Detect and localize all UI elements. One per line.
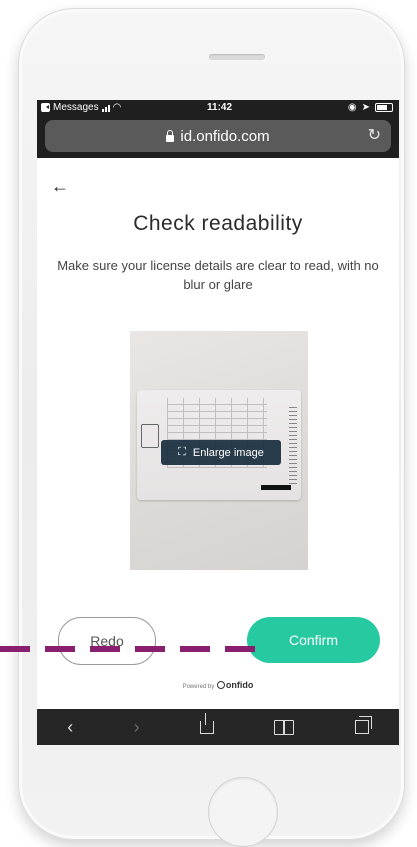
orientation-lock-icon: ◉ (347, 102, 357, 113)
phone-speaker (209, 54, 265, 60)
tabs-icon[interactable] (354, 716, 372, 734)
card-chip (141, 424, 159, 448)
lock-icon (166, 129, 175, 142)
annotation-dashed-line (0, 646, 258, 652)
back-to-app-icon[interactable] (41, 103, 50, 112)
enlarge-label: Enlarge image (192, 446, 264, 459)
address-bar-area: id.onfido.com ↻ (37, 116, 399, 158)
wifi-icon: ◠ (112, 102, 122, 113)
back-app-label[interactable]: Messages (53, 102, 99, 113)
address-bar[interactable]: id.onfido.com ↻ (45, 120, 391, 152)
share-icon[interactable] (199, 712, 214, 734)
status-bar: Messages ◠ 11:42 ◉ ➤ (37, 100, 399, 116)
powered-by-brand: onfido (225, 680, 254, 690)
status-left: Messages ◠ (41, 102, 121, 113)
back-nav-icon[interactable]: ‹ (67, 717, 73, 738)
back-arrow-icon[interactable]: ← (51, 176, 69, 197)
forward-nav-icon[interactable]: › (134, 717, 140, 738)
enlarge-image-button[interactable]: ⛶ Enlarge image (161, 440, 281, 465)
home-button[interactable] (208, 777, 278, 847)
status-right: ◉ ➤ (348, 102, 393, 113)
document-photo: ⛶ Enlarge image (130, 331, 308, 570)
expand-icon: ⛶ (178, 446, 186, 458)
location-icon: ➤ (361, 102, 370, 113)
redo-button[interactable]: Redo (58, 617, 156, 665)
confirm-button[interactable]: Confirm (247, 617, 380, 663)
browser-toolbar: ‹ › (37, 709, 399, 745)
onfido-logo-icon (216, 681, 225, 689)
card-barcode (261, 485, 291, 490)
signal-icon (101, 104, 110, 112)
bookmarks-icon[interactable] (274, 719, 295, 735)
powered-by-prefix: Powered by (182, 684, 215, 690)
status-time: 11:42 (207, 102, 233, 113)
reload-icon[interactable]: ↻ (368, 125, 381, 145)
powered-by: Powered by onfido (37, 680, 399, 690)
battery-icon (375, 103, 393, 112)
page-title: Check readability (133, 212, 303, 235)
page-subtitle: Make sure your license details are clear… (57, 258, 379, 292)
url-text: id.onfido.com (180, 127, 270, 145)
card-side-text (289, 404, 297, 484)
